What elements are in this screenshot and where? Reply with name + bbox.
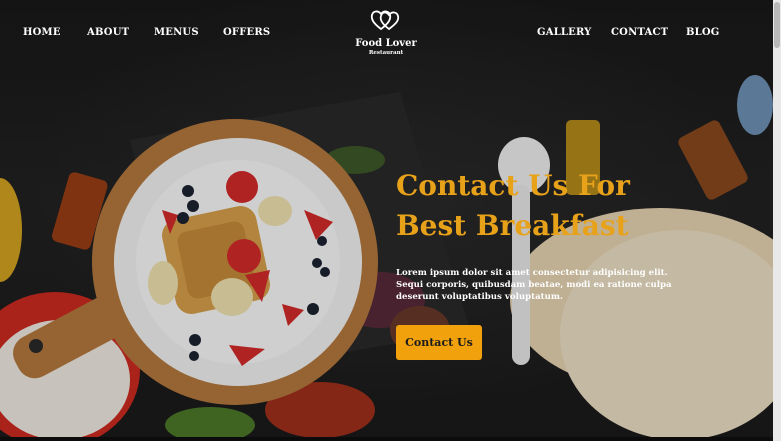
headline-line-2: Best Breakfast [396,209,629,242]
image-overlay [0,0,773,441]
description-line-3: deserunt voluptatibus voluptatum. [396,292,563,302]
nav-blog[interactable]: BLOG [686,27,720,38]
logo[interactable]: Food Lover Restaurant [350,8,422,56]
description-line-1: Lorem ipsum dolor sit amet consectetur a… [396,268,668,278]
hero-section: HOME ABOUT MENUS OFFERS Food Lover Resta… [0,0,773,441]
double-heart-icon [370,10,400,31]
page-scrollbar[interactable] [773,0,781,441]
hero-headline: Contact Us For Best Breakfast [396,166,656,246]
logo-subtitle: Restaurant [368,50,404,56]
nav-menus[interactable]: MENUS [154,27,199,38]
headline-line-1: Contact Us For [396,169,630,202]
nav-offers[interactable]: OFFERS [223,27,270,38]
contact-us-button[interactable]: Contact Us [396,325,482,360]
description-line-2: Sequi corporis, quibusdam beatae, modi e… [396,280,672,290]
nav-home[interactable]: HOME [23,27,61,38]
breakfast-photo [0,0,773,441]
nav-contact[interactable]: CONTACT [611,27,668,38]
logo-title: Food Lover [355,38,417,49]
scrollbar-thumb[interactable] [774,2,780,48]
nav-gallery[interactable]: GALLERY [537,27,592,38]
bottom-strip [0,437,773,441]
nav-about[interactable]: ABOUT [87,27,129,38]
hero-description: Lorem ipsum dolor sit amet consectetur a… [396,267,672,303]
